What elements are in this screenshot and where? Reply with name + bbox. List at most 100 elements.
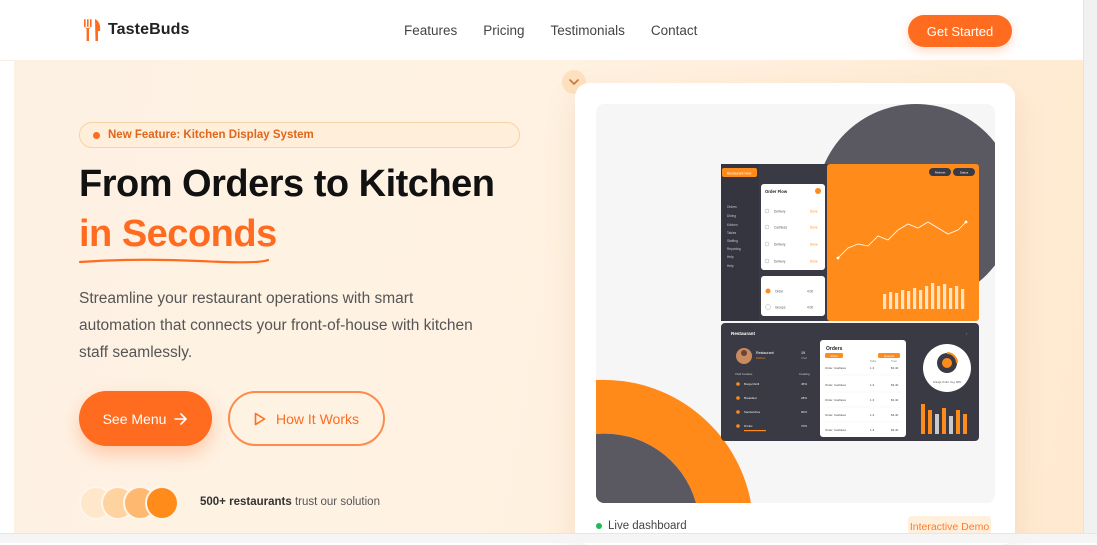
refresh-chip-label: Refresh <box>935 171 946 175</box>
row-tag: Done <box>810 210 818 214</box>
list-item-value: 70% <box>801 424 807 428</box>
side-item[interactable]: Reporting <box>727 247 741 251</box>
mini-row-label: Groups <box>775 306 786 310</box>
side-item[interactable]: Tables <box>727 231 737 235</box>
hero-title-line2: in Seconds <box>79 213 277 255</box>
list-item: Sandwiches <box>744 410 761 414</box>
dashboard-preview[interactable]: Restaurant view Orders Dining Kitchen Ta… <box>596 104 995 503</box>
dash-top-tab-label: Restaurant view <box>727 172 752 176</box>
order-flow-row: Cashless <box>774 226 788 230</box>
badge-dot <box>93 131 100 139</box>
order-row-total: $3.40 <box>891 428 899 432</box>
orders-col-header: Total <box>891 359 897 363</box>
order-row-total: $3.40 <box>891 366 899 370</box>
orders-col-header: Table <box>870 359 877 363</box>
mini-row-label: Order <box>775 290 784 294</box>
side-item[interactable]: Dining <box>727 214 736 218</box>
hero-title-line1: From Orders to Kitchen <box>79 163 495 205</box>
order-row-label: Order: Cashless <box>825 398 846 402</box>
nav-link-features[interactable]: Features <box>404 23 457 38</box>
how-it-works-label: How It Works <box>276 410 359 427</box>
get-started-button[interactable]: Get Started <box>908 15 1012 47</box>
order-row-total: $3.40 <box>891 383 899 387</box>
order-row-label: Order: Cashless <box>825 383 846 387</box>
orders-tag-label: Queued <box>884 354 894 358</box>
order-flow-status-dot <box>815 188 821 194</box>
play-icon <box>254 412 266 425</box>
brand-name: TasteBuds <box>108 21 190 38</box>
side-item[interactable]: Help <box>727 264 734 268</box>
order-flow-row: Delivery <box>774 210 786 214</box>
nav-link-testimonials[interactable]: Testimonials <box>551 23 625 38</box>
order-row-table: 1-3 <box>870 366 875 370</box>
order-row-table: 1-3 <box>870 383 875 387</box>
order-row-label: Order: Cashless <box>825 413 846 417</box>
order-row-table: 1-3 <box>870 398 875 402</box>
order-mini-card <box>761 276 825 316</box>
arrow-right-icon <box>174 412 188 425</box>
row-tag: Done <box>810 260 818 264</box>
live-status: Live dashboard <box>596 520 687 532</box>
nav-link-pricing[interactable]: Pricing <box>483 23 524 38</box>
hero-description: Streamline your restaurant operations wi… <box>79 290 473 361</box>
feature-badge: New Feature: Kitchen Display System <box>79 122 520 148</box>
order-row-label: Order: Cashless <box>825 366 846 370</box>
list-item: Burger/Grill <box>744 382 760 386</box>
live-dot <box>596 523 602 529</box>
vertical-scrollbar[interactable] <box>1083 0 1097 542</box>
list-item: Drinks <box>744 424 753 428</box>
status-chip-label: Status <box>960 171 969 175</box>
live-label: Live dashboard <box>608 520 687 532</box>
mini-row-value: 4:00 <box>807 290 813 294</box>
profile-name: Restaurant <box>756 351 774 355</box>
order-row-total: $3.40 <box>891 398 899 402</box>
side-item[interactable]: Staffing <box>727 239 738 243</box>
side-item[interactable]: Orders <box>727 205 737 209</box>
orders-title: Orders <box>826 346 843 352</box>
list-item-value: 45% <box>801 382 807 386</box>
avatar <box>145 486 179 520</box>
chevron-down-icon <box>569 78 579 85</box>
see-menu-button[interactable]: See Menu <box>79 391 212 446</box>
mini-row-value: 4:00 <box>807 306 813 310</box>
cutlery-icon <box>84 19 101 41</box>
row-tag: Done <box>810 226 818 230</box>
see-menu-label: See Menu <box>102 410 167 427</box>
order-row-table: 1-3 <box>870 413 875 417</box>
trend-point <box>964 220 968 224</box>
row-tag: Done <box>810 243 818 247</box>
how-it-works-button[interactable]: How It Works <box>228 391 385 446</box>
list-header-left: Chef Cookies <box>735 372 753 376</box>
order-row-label: Order: Cashless <box>825 428 846 432</box>
list-item-value: 90% <box>801 410 807 414</box>
order-flow-row: Delivery <box>774 260 786 264</box>
trust-rest: trust our solution <box>291 496 380 508</box>
nav-links: Features Pricing Testimonials Contact <box>404 23 697 38</box>
trend-point <box>836 256 840 260</box>
top-navbar: TasteBuds Features Pricing Testimonials … <box>0 0 1083 61</box>
list-header-right: Cooking <box>799 372 810 376</box>
order-flow-row: Delivery <box>774 243 786 247</box>
side-item[interactable]: Help <box>727 255 734 259</box>
list-item: Breakfast <box>744 396 757 400</box>
order-flow-title: Order Flow <box>765 189 788 194</box>
order-row-total: $3.40 <box>891 413 899 417</box>
badge-text: New Feature: Kitchen Display System <box>108 129 314 141</box>
profile-count: 19 <box>801 351 805 355</box>
profile-sub: Kitchen <box>756 356 766 360</box>
side-item[interactable]: Kitchen <box>727 223 738 227</box>
nav-link-contact[interactable]: Contact <box>651 23 698 38</box>
trust-count: 500+ restaurants <box>200 496 292 508</box>
brand-logo[interactable]: TasteBuds <box>82 18 190 42</box>
mic-icon <box>942 358 952 368</box>
profile-count-label: Chef <box>801 356 807 360</box>
order-row-table: 1-3 <box>870 428 875 432</box>
orders-tag-label: Active <box>830 354 838 358</box>
gauge-caption: Orange Order: Avg. 68% <box>933 380 962 384</box>
title-underline <box>79 258 269 264</box>
restaurant-title: Restaurant <box>731 331 755 336</box>
dashboard-illustration: Restaurant view Orders Dining Kitchen Ta… <box>596 104 995 503</box>
list-item-value: 28% <box>801 396 807 400</box>
trust-text: 500+ restaurants trust our solution <box>200 496 380 508</box>
avatar-stack <box>79 486 189 520</box>
